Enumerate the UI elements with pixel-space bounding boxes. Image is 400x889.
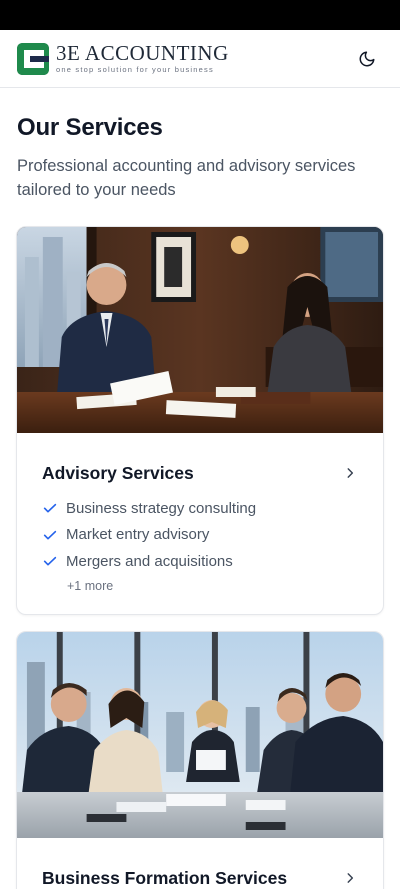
card-title: Advisory Services: [42, 463, 194, 483]
service-card-advisory[interactable]: Advisory Services Business strategy cons…: [16, 226, 384, 615]
brand-tagline: one stop solution for your business: [56, 65, 214, 74]
status-bar: [0, 0, 400, 30]
feature-list: Business strategy consulting Market entr…: [42, 495, 358, 575]
list-item: Business strategy consulting: [42, 495, 358, 522]
list-item: Mergers and acquisitions: [42, 548, 358, 575]
list-item: Market entry advisory: [42, 522, 358, 549]
feature-text: Business strategy consulting: [66, 499, 257, 517]
card-title: Business Formation Services: [42, 868, 288, 888]
feature-text: Mergers and acquisitions: [66, 552, 233, 570]
logo-mark-icon: [17, 43, 49, 75]
business-formation-meeting-photo: [17, 632, 383, 838]
chevron-right-icon[interactable]: [343, 871, 357, 885]
more-features-link[interactable]: +1 more: [67, 579, 113, 593]
brand-logo[interactable]: 3E ACCOUNTING one stop solution for your…: [16, 42, 229, 76]
check-icon: [43, 530, 57, 540]
check-icon: [43, 557, 57, 566]
page-subtitle: Professional accounting and advisory ser…: [17, 157, 356, 199]
service-card-business-formation[interactable]: Business Formation Services: [16, 631, 384, 889]
advisory-meeting-photo: [17, 227, 383, 433]
site-header: 3E ACCOUNTING one stop solution for your…: [0, 30, 400, 88]
brand-name: 3E ACCOUNTING: [56, 41, 229, 65]
feature-text: Market entry advisory: [66, 526, 210, 544]
chevron-right-icon[interactable]: [343, 466, 357, 480]
moon-icon[interactable]: [358, 50, 376, 68]
page-title: Our Services: [17, 114, 163, 141]
check-icon: [43, 504, 57, 513]
